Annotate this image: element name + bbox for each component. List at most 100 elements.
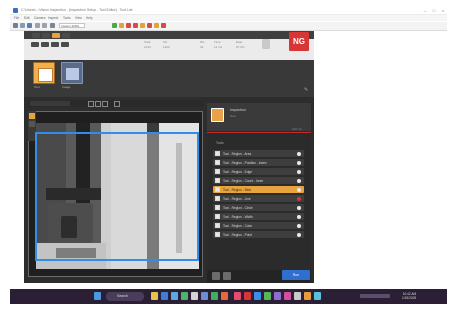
viewer-combo[interactable] bbox=[30, 101, 70, 106]
tool-list-header: Tools bbox=[216, 141, 224, 145]
nav-button-next[interactable] bbox=[41, 42, 49, 47]
zoom-out-icon[interactable] bbox=[102, 101, 108, 107]
row-checkbox[interactable] bbox=[215, 223, 220, 228]
app-icon-3[interactable] bbox=[254, 292, 261, 300]
row-checkbox[interactable] bbox=[215, 178, 220, 183]
tool-row[interactable]: Tool - Region - Circle bbox=[213, 204, 304, 211]
zoom-combo[interactable]: Inspect 100% bbox=[59, 23, 85, 28]
trigger-icon[interactable] bbox=[140, 23, 145, 28]
pencil-icon[interactable]: ✎ bbox=[304, 88, 309, 93]
roi-tool-icon[interactable] bbox=[29, 121, 35, 127]
play-icon[interactable] bbox=[112, 23, 117, 28]
close-button[interactable]: × bbox=[440, 8, 446, 13]
nav-button-last[interactable] bbox=[61, 42, 69, 47]
row-checkbox[interactable] bbox=[215, 232, 220, 237]
menu-file[interactable]: File bbox=[14, 16, 19, 20]
app-icon-4[interactable] bbox=[264, 292, 271, 300]
result-ng-badge: NG bbox=[289, 32, 309, 51]
row-checkbox[interactable] bbox=[215, 151, 220, 156]
tool-row[interactable]: Tool - Region - Width bbox=[213, 213, 304, 220]
app-icon-6[interactable] bbox=[284, 292, 291, 300]
row-checkbox[interactable] bbox=[215, 187, 220, 192]
add-tool-icon[interactable] bbox=[212, 272, 220, 280]
start-icon[interactable] bbox=[94, 292, 101, 300]
nav-button-prev[interactable] bbox=[31, 42, 39, 47]
thumbnail-image[interactable] bbox=[61, 62, 83, 84]
menu-help[interactable]: Help bbox=[86, 16, 93, 20]
tool-row[interactable]: Tool - Region - Position - Index bbox=[213, 159, 304, 166]
nav-button-first[interactable] bbox=[51, 42, 59, 47]
light-icon[interactable] bbox=[154, 23, 159, 28]
tool-row-label: Tool - Region - Width bbox=[223, 214, 253, 219]
stat-value-time: 12 ms bbox=[214, 45, 223, 49]
thumbnail-tool-label: Tool bbox=[34, 85, 40, 89]
menu-tools[interactable]: Tools bbox=[63, 16, 70, 20]
panel-subtitle: Tool bbox=[230, 114, 236, 118]
tool-icon bbox=[38, 68, 53, 82]
tool-row-selected[interactable]: Tool - Region - Blob bbox=[213, 186, 304, 193]
thumbnail-tool[interactable] bbox=[33, 62, 55, 84]
mode-button-2[interactable] bbox=[42, 33, 50, 38]
app-icon-9[interactable] bbox=[314, 292, 321, 300]
status-dot-icon bbox=[297, 232, 301, 237]
taskbar-clock[interactable]: 10:42 AM 1/15/2025 bbox=[402, 292, 416, 300]
record-icon[interactable] bbox=[133, 23, 138, 28]
lock-icon[interactable] bbox=[262, 39, 270, 49]
app-icon-5[interactable] bbox=[274, 292, 281, 300]
tool-row[interactable]: Tool - Region - Point bbox=[213, 231, 304, 238]
tool-row[interactable]: Tool - Region - Line bbox=[213, 195, 304, 202]
run-button[interactable]: Run bbox=[282, 270, 310, 280]
tool-row[interactable]: Tool - Region - Edge bbox=[213, 168, 304, 175]
row-checkbox[interactable] bbox=[215, 196, 220, 201]
open-icon[interactable] bbox=[20, 23, 25, 28]
mode-button-1[interactable] bbox=[32, 33, 40, 38]
undo-icon[interactable] bbox=[35, 23, 40, 28]
status-dot-icon bbox=[297, 169, 301, 174]
app-icon-7[interactable] bbox=[294, 292, 301, 300]
word-icon[interactable] bbox=[201, 292, 208, 300]
settings-icon[interactable] bbox=[191, 292, 198, 300]
edge-icon[interactable] bbox=[161, 292, 168, 300]
mode-button-4[interactable] bbox=[62, 33, 70, 38]
app-icon-2[interactable] bbox=[244, 292, 251, 300]
mode-strip bbox=[24, 31, 314, 39]
menu-edit[interactable]: Edit bbox=[24, 16, 30, 20]
minimize-button[interactable]: – bbox=[422, 8, 428, 13]
menu-camera[interactable]: Camera bbox=[34, 16, 45, 20]
row-checkbox[interactable] bbox=[215, 160, 220, 165]
tool-row[interactable]: Tool - Region - Color bbox=[213, 222, 304, 229]
row-checkbox[interactable] bbox=[215, 169, 220, 174]
menu-view[interactable]: View bbox=[75, 16, 82, 20]
redo-icon[interactable] bbox=[42, 23, 47, 28]
app-icon-8[interactable] bbox=[304, 292, 311, 300]
save-icon[interactable] bbox=[27, 23, 32, 28]
store-icon[interactable] bbox=[181, 292, 188, 300]
mail-icon[interactable] bbox=[171, 292, 178, 300]
delete-tool-icon[interactable] bbox=[223, 272, 231, 280]
row-checkbox[interactable] bbox=[215, 205, 220, 210]
error-icon[interactable] bbox=[161, 23, 166, 28]
excel-icon[interactable] bbox=[211, 292, 218, 300]
tool-row[interactable]: Tool - Region - Count - Inner bbox=[213, 177, 304, 184]
file-explorer-icon[interactable] bbox=[151, 292, 158, 300]
roi-rectangle[interactable] bbox=[35, 132, 199, 261]
maximize-button[interactable]: □ bbox=[431, 8, 437, 13]
inspection-icon bbox=[211, 108, 224, 122]
system-tray-icons[interactable] bbox=[360, 294, 390, 298]
menu-inspect[interactable]: Inspect bbox=[48, 16, 58, 20]
row-checkbox[interactable] bbox=[215, 214, 220, 219]
grid-icon[interactable] bbox=[50, 23, 55, 28]
fit-icon[interactable] bbox=[88, 101, 94, 107]
new-icon[interactable] bbox=[13, 23, 18, 28]
app-icon-1[interactable] bbox=[234, 292, 241, 300]
crosshair-icon[interactable] bbox=[114, 101, 120, 107]
alarm-icon[interactable] bbox=[147, 23, 152, 28]
mode-button-active[interactable] bbox=[52, 33, 60, 38]
pause-icon[interactable] bbox=[119, 23, 124, 28]
select-tool-icon[interactable] bbox=[29, 113, 35, 119]
stop-icon[interactable] bbox=[126, 23, 131, 28]
tool-row[interactable]: Tool - Region - Area bbox=[213, 150, 304, 157]
zoom-in-icon[interactable] bbox=[95, 101, 101, 107]
powerpoint-icon[interactable] bbox=[221, 292, 228, 300]
stat-label-ok: OK bbox=[163, 40, 168, 44]
